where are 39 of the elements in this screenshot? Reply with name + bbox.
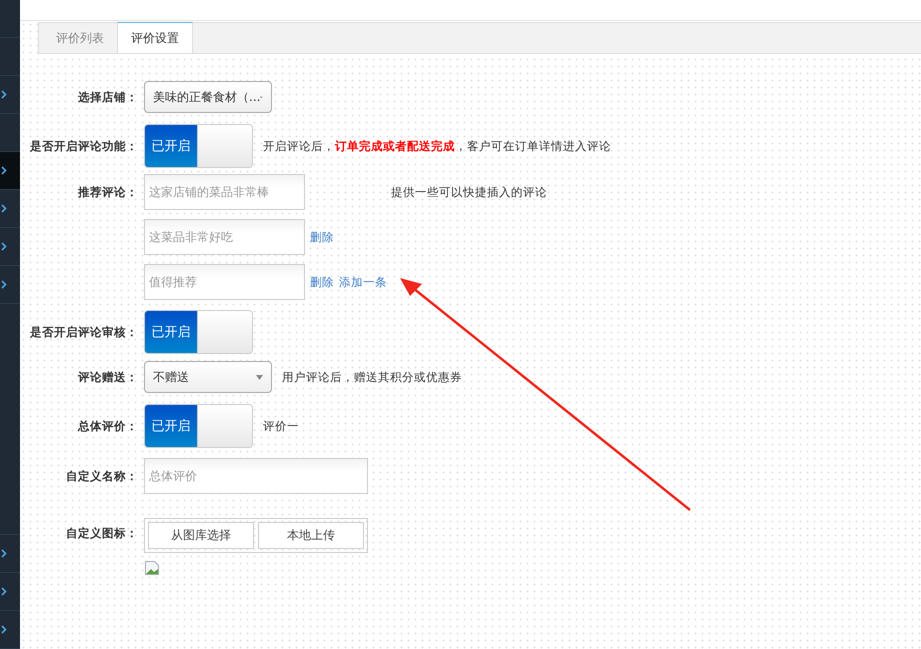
chevron-icon <box>1 549 7 558</box>
chevron-icon <box>1 90 7 99</box>
chevron-icon <box>1 625 7 634</box>
field-label: 评论赠送： <box>76 370 139 384</box>
delete-link[interactable]: 删除 <box>310 274 334 290</box>
tab[interactable]: 评价列表 <box>43 23 117 53</box>
input-field[interactable]: 值得推荐 <box>144 264 305 300</box>
upload-button[interactable]: 从图库选择 <box>148 522 254 549</box>
chevron-icon <box>1 280 7 289</box>
toggle-switch[interactable]: 已开启 <box>144 404 253 448</box>
caret-icon <box>256 374 263 380</box>
add-link[interactable]: 添加一条 <box>339 274 387 290</box>
field-label: 推荐评论： <box>76 185 139 200</box>
hint-text: 提供一些可以快捷插入的评论 <box>391 184 547 200</box>
field-label: 自定义名称： <box>65 468 139 484</box>
hint-text: 开启评论后，订单完成或者配送完成，客户可在订单详情进入评论 <box>263 138 611 154</box>
field-label: 选择店铺： <box>77 90 139 104</box>
chevron-icon <box>1 587 7 596</box>
chevron-icon <box>1 242 7 251</box>
toggle-switch[interactable]: 已开启 <box>144 310 253 354</box>
chevron-icon <box>1 166 7 175</box>
delete-link[interactable]: 删除 <box>310 230 334 244</box>
field-label: 是否开启评论审核： <box>29 324 139 340</box>
input-field[interactable]: 总体评价 <box>144 458 368 494</box>
upload-button[interactable]: 本地上传 <box>258 522 364 549</box>
select-dropdown[interactable]: 美味的正餐食材（... <box>144 81 272 113</box>
field-label: 自定义图标： <box>65 526 139 541</box>
input-field[interactable]: 这家店铺的菜品非常棒 <box>144 174 305 210</box>
field-label: 总体评价： <box>76 418 139 434</box>
input-field[interactable]: 这菜品非常好吃 <box>144 219 305 255</box>
hint-text: 用户评论后，赠送其积分或优惠券 <box>282 370 462 384</box>
sidebar-item[interactable] <box>0 152 20 190</box>
tab[interactable]: 评价设置 <box>117 22 193 53</box>
field-label: 是否开启评论功能： <box>29 138 139 154</box>
chevron-icon <box>1 204 7 213</box>
broken-image-icon <box>145 561 159 575</box>
hint-text: 评价一 <box>263 418 299 434</box>
select-dropdown[interactable]: 不赠送 <box>144 361 272 393</box>
toggle-switch[interactable]: 已开启 <box>144 124 253 168</box>
